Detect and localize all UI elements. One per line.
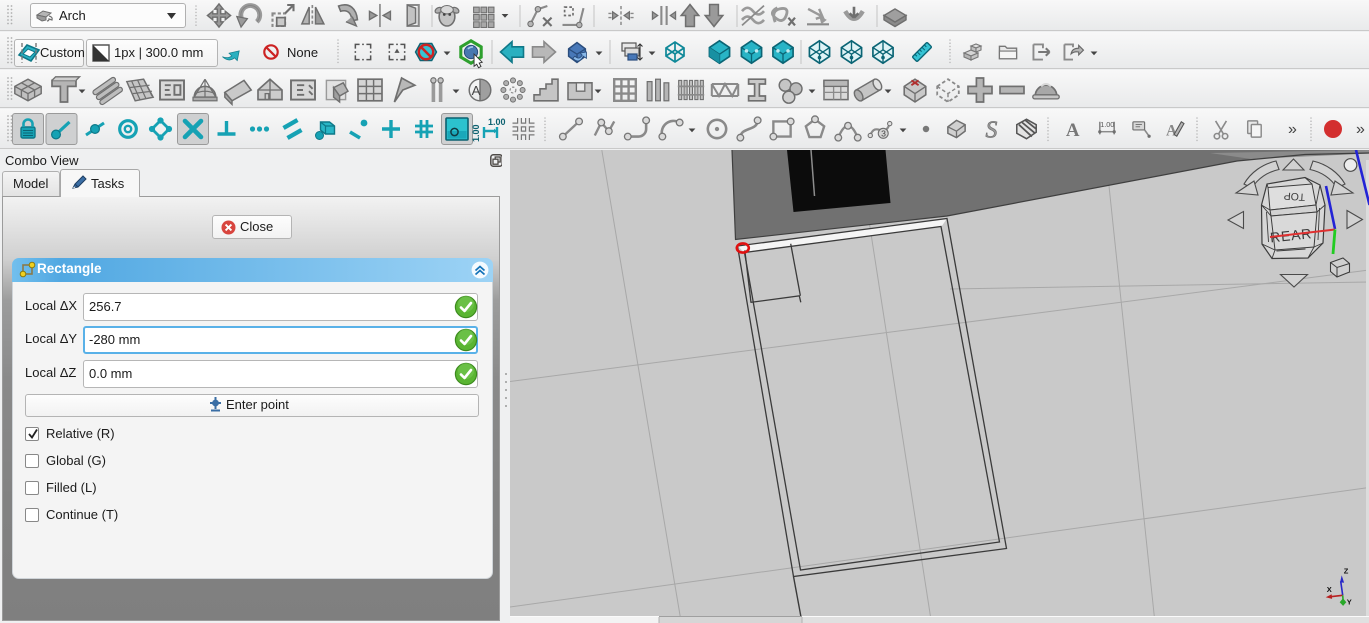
svg-text:A: A [1166,122,1177,139]
svg-text:S: S [985,118,997,144]
svg-text:A: A [472,83,481,98]
svg-text:1.00: 1.00 [488,117,506,127]
svg-text:A: A [1066,120,1080,141]
svg-text:1.00: 1.00 [471,124,481,142]
svg-text:3: 3 [881,129,886,139]
svg-text:Z: Z [1344,566,1349,575]
svg-text:»: » [1288,121,1297,138]
svg-text:»: » [1356,121,1365,138]
svg-text:Y: Y [1347,597,1352,606]
svg-text:TOP: TOP [1283,189,1305,202]
svg-text:X: X [1327,585,1332,594]
svg-text:1.00: 1.00 [1100,120,1114,129]
